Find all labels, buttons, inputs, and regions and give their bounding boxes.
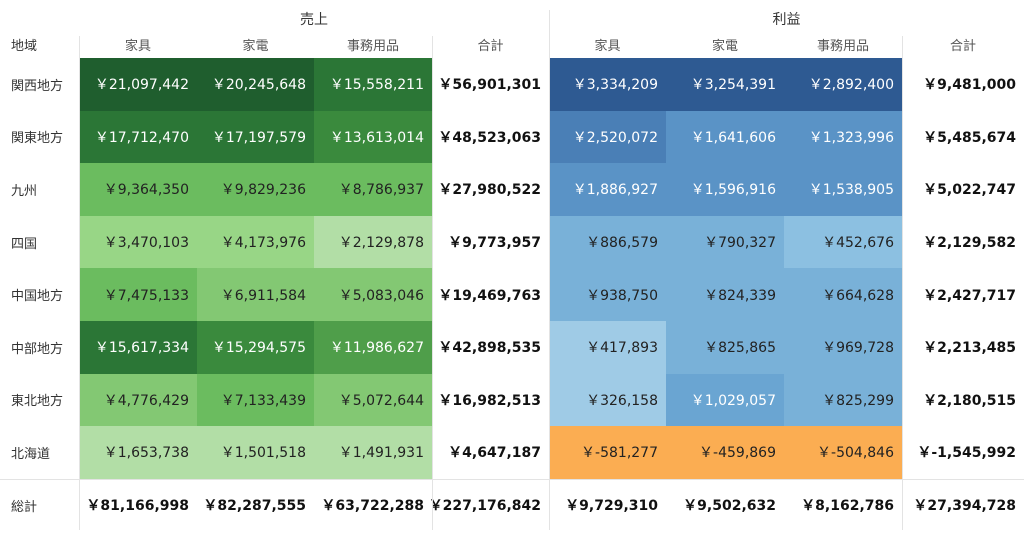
cell-sales-total: ￥27,980,522	[438, 182, 541, 199]
cell-profit-furniture: ￥326,158	[549, 373, 666, 427]
cell-profit-office: ￥664,628	[784, 268, 902, 321]
cell-sales-total: ￥48,523,063	[438, 129, 541, 146]
cell-profit-total: ￥2,213,485	[923, 340, 1016, 357]
column-header-profit-office: 事務用品	[816, 39, 869, 54]
column-header-profit-furniture: 家具	[594, 39, 621, 54]
cell-sales-office: ￥1,491,931	[314, 426, 432, 479]
cell-profit-total: ￥-1,545,992	[917, 445, 1016, 462]
cell-profit-appliances: ￥790,327	[666, 215, 784, 269]
cell-profit-furniture: ￥3,334,209	[549, 58, 666, 111]
column-header-sales-appliances: 家電	[242, 39, 269, 54]
cell-sales-furniture: ￥15,617,334	[79, 321, 197, 374]
region-header: 地域	[11, 39, 38, 54]
cell-profit-appliances: ￥9,502,632	[683, 498, 776, 515]
cell-profit-appliances: ￥1,596,916	[666, 163, 784, 216]
cell-sales-furniture: ￥21,097,442	[79, 58, 197, 111]
cell-profit-furniture: ￥-581,277	[549, 426, 666, 479]
cell-sales-total: ￥227,176,842	[428, 498, 541, 515]
cell-profit-furniture: ￥938,750	[549, 268, 666, 321]
column-header-sales-office: 事務用品	[346, 39, 399, 54]
cell-profit-total: ￥2,129,582	[923, 235, 1016, 252]
cell-profit-furniture: ￥9,729,310	[565, 498, 658, 515]
cell-sales-appliances: ￥15,294,575	[197, 321, 314, 374]
column-divider	[549, 10, 550, 530]
profit-group-header: 利益	[772, 12, 801, 28]
cell-sales-furniture: ￥3,470,103	[79, 215, 197, 269]
cell-profit-appliances: ￥-459,869	[666, 426, 784, 479]
cell-sales-furniture: ￥9,364,350	[79, 163, 197, 216]
cell-profit-appliances: ￥3,254,391	[666, 58, 784, 111]
column-divider	[79, 36, 80, 530]
cell-sales-appliances: ￥82,287,555	[203, 498, 306, 515]
row-label: 総計	[11, 499, 38, 515]
cell-profit-appliances: ￥1,641,606	[666, 110, 784, 164]
cell-profit-office: ￥452,676	[784, 215, 902, 269]
cell-profit-office: ￥969,728	[784, 321, 902, 374]
cell-sales-furniture: ￥1,653,738	[79, 426, 197, 479]
cell-sales-office: ￥63,722,288	[321, 498, 424, 515]
cell-sales-appliances: ￥1,501,518	[197, 426, 314, 479]
cell-sales-total: ￥42,898,535	[438, 340, 541, 357]
cell-profit-total: ￥9,481,000	[923, 77, 1016, 94]
cell-sales-office: ￥13,613,014	[314, 110, 432, 164]
cell-profit-furniture: ￥417,893	[549, 321, 666, 374]
cell-sales-office: ￥5,072,644	[314, 373, 432, 427]
cell-sales-total: ￥16,982,513	[438, 392, 541, 409]
cell-profit-total: ￥2,427,717	[923, 287, 1016, 304]
cell-profit-office: ￥1,538,905	[784, 163, 902, 216]
cell-sales-total: ￥4,647,187	[448, 445, 541, 462]
cell-sales-office: ￥5,083,046	[314, 268, 432, 321]
column-divider	[432, 36, 433, 530]
cell-profit-office: ￥825,299	[784, 373, 902, 427]
row-label: 中部地方	[11, 341, 64, 357]
cell-profit-total: ￥2,180,515	[923, 392, 1016, 409]
cell-profit-office: ￥-504,846	[784, 426, 902, 479]
cell-sales-appliances: ￥6,911,584	[197, 268, 314, 321]
cell-sales-appliances: ￥7,133,439	[197, 373, 314, 427]
cell-profit-total: ￥5,485,674	[923, 129, 1016, 146]
row-label: 関東地方	[11, 131, 64, 147]
cell-sales-furniture: ￥4,776,429	[79, 373, 197, 427]
cell-profit-appliances: ￥1,029,057	[666, 373, 784, 427]
row-label: 四国	[11, 236, 38, 252]
sales-group-header: 売上	[300, 12, 328, 28]
cell-sales-total: ￥19,469,763	[438, 287, 541, 304]
cell-profit-appliances: ￥825,865	[666, 321, 784, 374]
column-header-profit-total: 合計	[949, 39, 976, 54]
row-label: 中国地方	[11, 289, 64, 305]
cell-profit-furniture: ￥1,886,927	[549, 163, 666, 216]
column-divider	[902, 36, 903, 530]
column-header-sales-total: 合計	[477, 39, 504, 54]
grand-total-divider	[0, 478, 1024, 480]
cell-profit-appliances: ￥824,339	[666, 268, 784, 321]
cell-sales-total: ￥56,901,301	[438, 77, 541, 94]
cell-profit-office: ￥8,162,786	[801, 498, 894, 515]
cell-profit-total: ￥5,022,747	[923, 182, 1016, 199]
row-label: 東北地方	[11, 394, 64, 410]
cell-profit-office: ￥1,323,996	[784, 110, 902, 164]
cell-profit-furniture: ￥886,579	[549, 215, 666, 269]
cell-sales-furniture: ￥81,166,998	[86, 498, 189, 515]
cell-sales-furniture: ￥7,475,133	[79, 268, 197, 321]
cell-sales-office: ￥8,786,937	[314, 163, 432, 216]
column-header-profit-appliances: 家電	[711, 39, 738, 54]
cell-profit-total: ￥27,394,728	[913, 498, 1016, 515]
row-label: 九州	[11, 183, 38, 199]
cell-profit-office: ￥2,892,400	[784, 58, 902, 111]
cell-sales-office: ￥2,129,878	[314, 215, 432, 269]
row-label: 北海道	[11, 446, 51, 462]
cell-sales-total: ￥9,773,957	[448, 235, 541, 252]
cell-sales-appliances: ￥20,245,648	[197, 58, 314, 111]
row-label: 関西地方	[11, 78, 64, 94]
cell-sales-office: ￥11,986,627	[314, 321, 432, 374]
column-header-sales-furniture: 家具	[124, 39, 151, 54]
cell-sales-appliances: ￥9,829,236	[197, 163, 314, 216]
crosstab-view: 地域 売上 利益家具 家電 事務用品 合計 家具 家電 事務用品 合計関西地方 ￥21,097,4…	[0, 0, 1024, 535]
cell-sales-appliances: ￥4,173,976	[197, 215, 314, 269]
cell-sales-office: ￥15,558,211	[314, 58, 432, 111]
cell-sales-appliances: ￥17,197,579	[197, 110, 314, 164]
cell-sales-furniture: ￥17,712,470	[79, 110, 197, 164]
cell-profit-furniture: ￥2,520,072	[549, 110, 666, 164]
